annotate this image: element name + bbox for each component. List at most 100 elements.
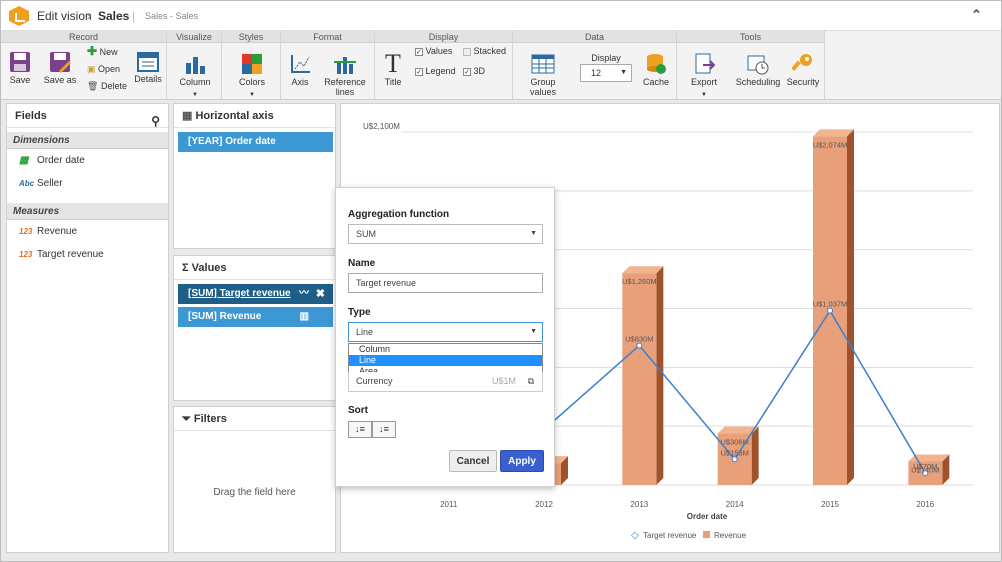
column-chart-icon	[186, 57, 205, 74]
filters-panel: ⏷ Filters Drag the field here	[173, 406, 336, 553]
table-icon: ▦	[182, 110, 193, 122]
horizontal-axis-title: Horizontal axis	[195, 110, 274, 122]
details-button[interactable]: Details	[134, 52, 162, 84]
filters-drop-zone[interactable]: Drag the field here	[174, 487, 335, 498]
details-icon	[137, 52, 159, 72]
legend-line-icon: ◇	[631, 530, 639, 541]
chip-label: [SUM] Revenue	[188, 311, 262, 322]
text-type-icon: Abc	[19, 179, 35, 188]
dimensions-section: Dimensions	[7, 132, 168, 149]
checkbox-icon: ✓	[415, 67, 423, 76]
chart-type-button[interactable]: Column ▼	[177, 53, 213, 100]
line-data-label: U$830M	[625, 334, 653, 343]
delete-button[interactable]: 🗑 Delete	[87, 81, 131, 91]
line-point	[731, 456, 738, 463]
cache-label: Cache	[642, 77, 669, 87]
type-value: Line	[356, 327, 374, 337]
cancel-button[interactable]: Cancel	[449, 450, 497, 472]
axis-label: Axis	[291, 77, 309, 87]
save-label: Save	[9, 75, 31, 85]
values-title: Values	[191, 262, 227, 274]
x-tick-label: 2016	[916, 500, 934, 509]
format-value: Currency	[356, 376, 393, 386]
line-data-label: U$1,037M	[813, 300, 848, 309]
dropdown-arrow-icon: ▼	[530, 328, 537, 335]
external-link-icon[interactable]: ⧉	[528, 372, 534, 390]
collapse-ribbon-icon[interactable]: ⌃	[971, 7, 982, 23]
sort-descending-button[interactable]: ↓≡	[372, 421, 396, 438]
details-label: Details	[134, 74, 162, 84]
dropdown-arrow-icon: ▼	[192, 92, 198, 98]
x-tick-label: 2015	[821, 500, 839, 509]
field-revenue[interactable]: 123 Revenue	[7, 220, 168, 243]
name-input[interactable]: Target revenue	[348, 273, 543, 293]
legend-checkbox[interactable]: ✓ Legend	[415, 66, 463, 76]
colors-button[interactable]: Colors ▼	[236, 53, 268, 100]
field-order-date[interactable]: ▦ Order date	[7, 149, 168, 172]
number-type-icon: 123	[19, 227, 33, 236]
security-label: Security	[786, 77, 820, 87]
display-count-label: Display	[591, 53, 621, 63]
group-label: Display	[375, 31, 512, 43]
field-target-revenue[interactable]: 123 Target revenue	[7, 243, 168, 266]
stacked-checkbox[interactable]: Stacked	[463, 46, 513, 56]
cache-button[interactable]: Cache	[641, 53, 671, 87]
save-as-button[interactable]: Save as	[43, 51, 77, 85]
measures-section: Measures	[7, 203, 168, 220]
app-title: Edit vision	[37, 9, 92, 23]
sort-ascending-button[interactable]: ↓≡	[348, 421, 372, 438]
group-label: Record	[1, 31, 166, 43]
security-button[interactable]: Security	[785, 53, 821, 87]
title-label: Title	[384, 77, 402, 87]
value-chip-revenue[interactable]: [SUM] Revenue ▥	[178, 307, 333, 327]
group-values-button[interactable]: Group values	[517, 53, 569, 97]
save-button[interactable]: Save	[5, 51, 35, 85]
type-option-column[interactable]: Column	[349, 344, 542, 355]
line-chart-icon[interactable]: 〰	[299, 284, 309, 304]
aggregation-select[interactable]: SUM ▼	[348, 224, 543, 244]
field-seller[interactable]: Abc Seller	[7, 172, 168, 195]
values-checkbox[interactable]: ✓ Values	[415, 46, 463, 56]
display-count-label-wrap: Display	[579, 53, 633, 63]
export-button[interactable]: Export ▼	[687, 53, 721, 100]
group-visualize: Visualize Column ▼	[167, 31, 222, 99]
values-panel: Σ Values [SUM] Target revenue 〰 ✖ [SUM] Re…	[173, 255, 336, 401]
group-tools: Tools Export ▼ Scheduling Security	[677, 31, 825, 99]
save-as-label: Save as	[43, 75, 77, 85]
group-record: Record Save Save as ✚ New ▣ Open 🗑 Delet…	[1, 31, 167, 99]
title-button[interactable]: T Title	[381, 51, 405, 88]
palette-icon	[242, 54, 262, 74]
apply-button[interactable]: Apply	[500, 450, 544, 472]
3d-checkbox[interactable]: ✓ 3D	[463, 66, 503, 76]
axis-icon	[291, 55, 310, 73]
line-point	[636, 342, 643, 349]
display-count-select[interactable]: 12 ▼	[580, 64, 632, 82]
bar-side	[847, 129, 854, 485]
name-label: Name	[348, 258, 376, 269]
title-separator: |	[132, 9, 136, 23]
delete-label: Delete	[100, 81, 127, 91]
legend-label: Legend	[425, 66, 456, 76]
format-field[interactable]: Currency U$1M ⧉	[348, 372, 543, 392]
sigma-icon: Σ	[182, 262, 189, 274]
open-button[interactable]: ▣ Open	[87, 64, 127, 74]
scheduling-button[interactable]: Scheduling	[735, 53, 781, 87]
bar-chart-icon[interactable]: ▥	[300, 307, 309, 327]
line-data-label: U$153M	[720, 448, 748, 457]
key-icon	[791, 54, 812, 71]
type-option-line[interactable]: Line	[349, 355, 542, 366]
filters-title: Filters	[193, 413, 227, 425]
new-button[interactable]: ✚ New	[87, 45, 127, 57]
reference-lines-icon	[334, 57, 356, 74]
type-select[interactable]: Line ▼	[348, 322, 543, 342]
fields-title: Fields	[15, 110, 47, 122]
scheduling-label: Scheduling	[735, 77, 781, 87]
search-icon[interactable]: ⚲	[151, 109, 160, 133]
close-icon[interactable]: ✖	[316, 284, 325, 304]
trash-icon: 🗑	[87, 81, 99, 91]
axis-field-chip[interactable]: [YEAR] Order date	[178, 132, 333, 152]
reference-lines-button[interactable]: Reference lines	[323, 53, 367, 97]
axis-button[interactable]: Axis	[287, 53, 313, 87]
line-point	[827, 307, 833, 314]
value-chip-target-revenue[interactable]: [SUM] Target revenue 〰 ✖	[178, 284, 333, 304]
